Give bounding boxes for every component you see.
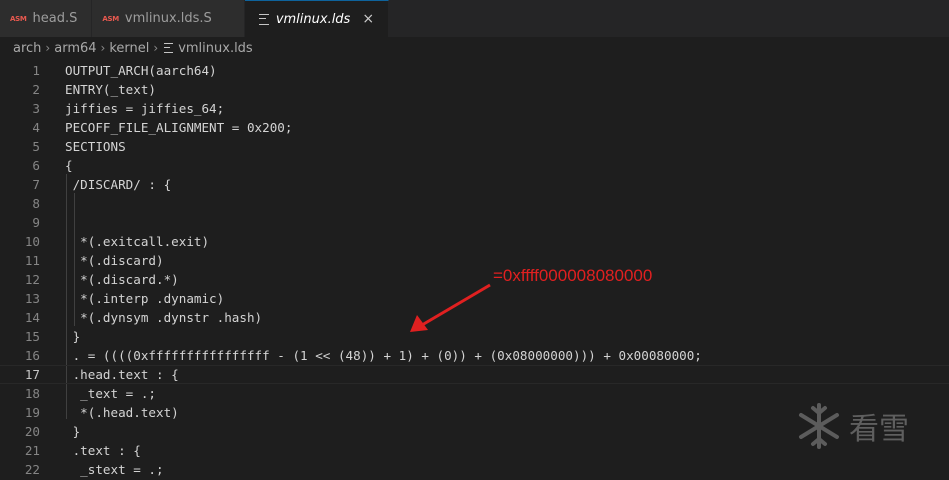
tab-label: head.S — [32, 11, 78, 26]
code-text: _text = .; — [65, 386, 156, 401]
line-number: 1 — [32, 63, 40, 78]
code-text: OUTPUT_ARCH(aarch64) — [65, 63, 217, 78]
chevron-right-icon: › — [45, 41, 51, 55]
line-number: 14 — [24, 310, 40, 325]
code-text: *(.discard.*) — [65, 272, 179, 287]
line-number: 16 — [24, 348, 40, 363]
code-text: PECOFF_FILE_ALIGNMENT = 0x200; — [65, 120, 293, 135]
code-text: /DISCARD/ : { — [65, 177, 172, 192]
chevron-right-icon: › — [153, 41, 159, 55]
code-text: *(.interp .dynamic) — [65, 291, 225, 306]
line-number: 18 — [24, 386, 40, 401]
code-text: . = ((((0xffffffffffffffff - (1 << (48))… — [65, 348, 702, 363]
code-text: *(.head.text) — [65, 405, 179, 420]
text-file-icon — [258, 13, 269, 25]
line-number: 19 — [24, 405, 40, 420]
breadcrumb-item-file[interactable]: vmlinux.lds — [178, 41, 253, 56]
code-text: } — [65, 424, 81, 439]
code-text: .text : { — [65, 443, 141, 458]
tab-vmlinux-lds[interactable]: vmlinux.lds × — [244, 0, 390, 37]
code-line[interactable]: 4 PECOFF_FILE_ALIGNMENT = 0x200; — [0, 118, 949, 137]
code-text: _stext = .; — [65, 462, 164, 477]
line-number: 3 — [32, 101, 40, 116]
breadcrumb-item-kernel[interactable]: kernel — [109, 41, 149, 56]
line-number: 11 — [24, 253, 40, 268]
snowflake-logo-icon — [799, 403, 839, 449]
code-line[interactable]: 7 /DISCARD/ : { — [0, 175, 949, 194]
code-line[interactable]: 16 . = ((((0xffffffffffffffff - (1 << (4… — [0, 346, 949, 365]
code-line[interactable]: 11 *(.discard) — [0, 251, 949, 270]
close-icon[interactable]: × — [362, 11, 374, 27]
code-line[interactable]: 10 *(.exitcall.exit) — [0, 232, 949, 251]
breadcrumb-item-arm64[interactable]: arm64 — [54, 41, 96, 56]
code-text: } — [65, 329, 81, 344]
code-text: { — [65, 158, 73, 173]
code-line[interactable]: 18 _text = .; — [0, 384, 949, 403]
line-number: 20 — [24, 424, 40, 439]
line-number: 21 — [24, 443, 40, 458]
code-text: jiffies = jiffies_64; — [65, 101, 225, 116]
code-text: SECTIONS — [65, 139, 126, 154]
line-number: 4 — [32, 120, 40, 135]
chevron-right-icon: › — [100, 41, 106, 55]
line-number: 13 — [24, 291, 40, 306]
code-line[interactable]: 8 — [0, 194, 949, 213]
line-number: 22 — [24, 462, 40, 477]
tab-bar: ASM head.S ASM vmlinux.lds.S vmlinux.lds… — [0, 0, 949, 37]
breadcrumb-item-arch[interactable]: arch — [13, 41, 41, 56]
code-line[interactable]: 3 jiffies = jiffies_64; — [0, 99, 949, 118]
code-text: *(.discard) — [65, 253, 164, 268]
line-number: 17 — [24, 367, 40, 382]
code-line[interactable]: 1 OUTPUT_ARCH(aarch64) — [0, 61, 949, 80]
line-number: 8 — [32, 196, 40, 211]
annotation-label: =0xffff000008080000 — [493, 266, 653, 285]
code-text: ENTRY(_text) — [65, 82, 156, 97]
tab-label: vmlinux.lds — [275, 11, 351, 27]
code-line[interactable]: 9 — [0, 213, 949, 232]
code-line[interactable]: 2 ENTRY(_text) — [0, 80, 949, 99]
line-number: 10 — [24, 234, 40, 249]
line-number: 12 — [24, 272, 40, 287]
line-number: 15 — [24, 329, 40, 344]
tab-vmlinux-lds-s[interactable]: ASM vmlinux.lds.S — [92, 0, 245, 37]
breadcrumb: arch › arm64 › kernel › vmlinux.lds — [0, 37, 949, 59]
line-number: 5 — [32, 139, 40, 154]
tab-label: vmlinux.lds.S — [124, 11, 212, 26]
code-line[interactable]: 6{ — [0, 156, 949, 175]
watermark-text: 看雪 — [849, 412, 909, 447]
line-number: 6 — [32, 158, 40, 173]
code-line[interactable]: 22 _stext = .; — [0, 460, 949, 479]
code-text: *(.exitcall.exit) — [65, 234, 210, 249]
code-text: .head.text : { — [65, 367, 179, 382]
line-number: 9 — [32, 215, 40, 230]
tab-head-s[interactable]: ASM head.S — [0, 0, 93, 37]
asm-file-icon: ASM — [102, 14, 119, 23]
line-number: 2 — [32, 82, 40, 97]
code-line[interactable]: 5 SECTIONS — [0, 137, 949, 156]
asm-file-icon: ASM — [10, 14, 27, 23]
code-text: *(.dynsym .dynstr .hash) — [65, 310, 263, 325]
code-line[interactable]: 17 .head.text : { — [0, 365, 949, 384]
text-file-icon — [164, 43, 174, 53]
watermark: 看雪 — [795, 402, 909, 450]
annotation-arrow — [410, 283, 491, 332]
line-number: 7 — [32, 177, 40, 192]
